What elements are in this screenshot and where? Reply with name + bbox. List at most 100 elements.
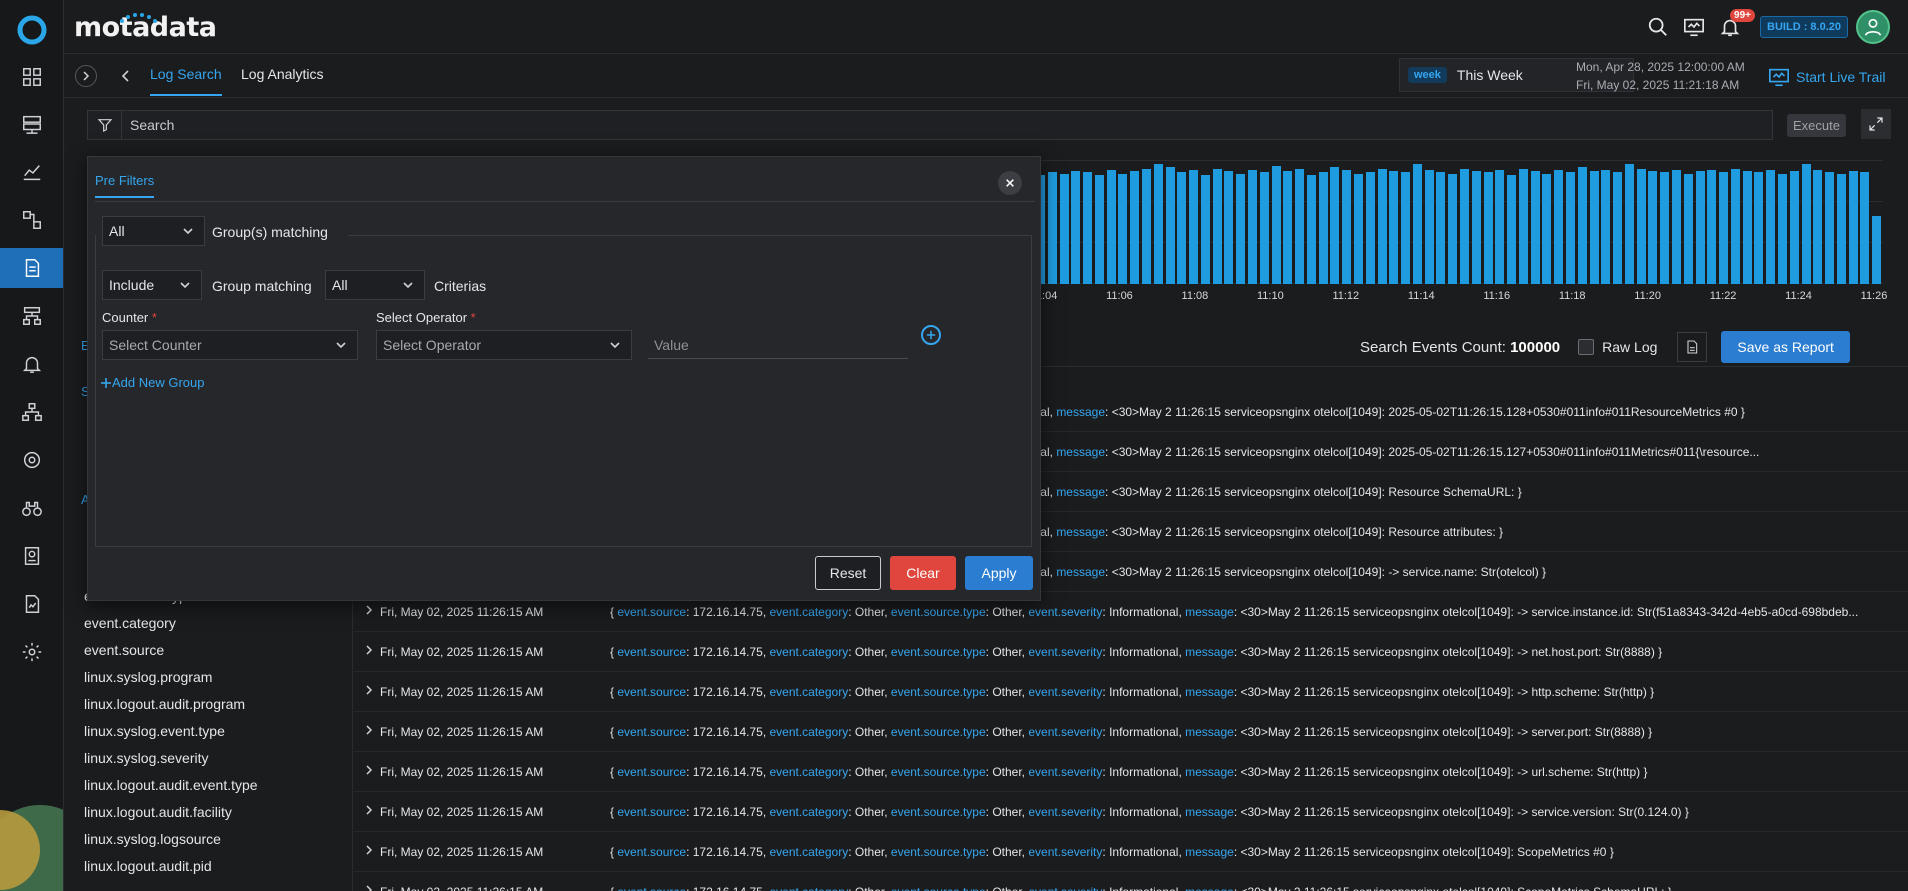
log-key[interactable]: message	[1185, 605, 1234, 619]
histogram-bar[interactable]	[1754, 172, 1764, 284]
log-key[interactable]: event.severity	[1028, 725, 1102, 739]
log-key[interactable]: event.severity	[1028, 805, 1102, 819]
field-item[interactable]: linux.logout.audit.event.type	[84, 777, 344, 804]
histogram-bar[interactable]	[1424, 169, 1434, 284]
value-input[interactable]	[648, 331, 908, 359]
log-key[interactable]: message	[1056, 445, 1105, 459]
histogram-bar[interactable]	[1165, 167, 1175, 284]
log-key[interactable]: event.source	[617, 685, 686, 699]
histogram-bar[interactable]	[1330, 167, 1340, 284]
log-key[interactable]: event.source.type	[891, 765, 986, 779]
metrics-chart-icon[interactable]	[0, 152, 63, 192]
tab-log-analytics[interactable]: Log Analytics	[241, 66, 324, 96]
histogram-bar[interactable]	[1707, 169, 1717, 284]
histogram-bar[interactable]	[1059, 173, 1069, 284]
histogram-bar[interactable]	[1648, 171, 1658, 284]
search-input[interactable]	[122, 117, 1722, 133]
expand-row-chevron-icon[interactable]	[364, 765, 374, 775]
histogram-bar[interactable]	[1236, 173, 1246, 284]
histogram-bar[interactable]	[1118, 173, 1128, 284]
histogram-bar[interactable]	[1636, 168, 1646, 284]
histogram-bar[interactable]	[1683, 173, 1693, 284]
log-key[interactable]: event.severity	[1028, 645, 1102, 659]
field-item[interactable]: linux.syslog.logsource	[84, 831, 344, 858]
log-key[interactable]: event.category	[769, 645, 848, 659]
audit-report-icon[interactable]	[0, 536, 63, 576]
histogram-bar[interactable]	[1259, 172, 1269, 284]
expand-row-chevron-icon[interactable]	[364, 845, 374, 855]
log-key[interactable]: message	[1185, 765, 1234, 779]
apply-button[interactable]: Apply	[965, 556, 1033, 590]
report-icon[interactable]	[0, 584, 63, 624]
histogram-bar[interactable]	[1401, 172, 1411, 284]
histogram-bar[interactable]	[1248, 169, 1257, 284]
histogram-bar[interactable]	[1507, 174, 1517, 284]
log-key[interactable]: message	[1056, 485, 1105, 499]
reset-button[interactable]: Reset	[815, 556, 881, 590]
start-live-trail-button[interactable]: Start Live Trail	[1768, 66, 1885, 88]
log-key[interactable]: event.source.type	[891, 885, 986, 891]
log-key[interactable]: event.category	[769, 725, 848, 739]
group-match-dropdown[interactable]: All	[102, 216, 205, 246]
histogram-bar[interactable]	[1825, 172, 1835, 284]
histogram-bar[interactable]	[1200, 174, 1210, 284]
histogram-bar[interactable]	[1518, 168, 1528, 284]
expand-row-chevron-icon[interactable]	[364, 885, 374, 891]
histogram-bar[interactable]	[1448, 173, 1458, 284]
log-key[interactable]: message	[1185, 645, 1234, 659]
log-key[interactable]: message	[1185, 725, 1234, 739]
histogram-bar[interactable]	[1566, 172, 1575, 284]
log-key[interactable]: message	[1185, 685, 1234, 699]
field-item[interactable]: linux.logout.audit.pid	[84, 858, 344, 885]
binoculars-icon[interactable]	[0, 488, 63, 528]
log-key[interactable]: event.source.type	[891, 605, 986, 619]
histogram-bar[interactable]	[1860, 172, 1870, 284]
histogram-bar[interactable]	[1389, 171, 1399, 284]
log-key[interactable]: event.category	[769, 605, 848, 619]
add-new-group-button[interactable]: Add New Group	[100, 375, 205, 390]
histogram-bar[interactable]	[1212, 168, 1222, 284]
field-item[interactable]: linux.logout.audit.facility	[84, 804, 344, 831]
log-key[interactable]: event.severity	[1028, 605, 1102, 619]
field-item[interactable]: linux.logout.audit.program	[84, 696, 344, 723]
log-icon[interactable]	[0, 248, 63, 288]
alert-bell-icon[interactable]	[0, 344, 63, 384]
app-logo-icon[interactable]	[16, 14, 48, 46]
histogram-bar[interactable]	[1436, 172, 1446, 284]
histogram-bar[interactable]	[1224, 171, 1234, 284]
log-key[interactable]: event.category	[769, 845, 848, 859]
save-as-report-button[interactable]: Save as Report	[1721, 331, 1850, 363]
histogram-bar[interactable]	[1354, 173, 1363, 284]
histogram-bar[interactable]	[1554, 169, 1564, 284]
log-key[interactable]: event.category	[769, 765, 848, 779]
export-csv-button[interactable]	[1677, 332, 1708, 362]
histogram-bar[interactable]	[1083, 172, 1093, 284]
expand-row-chevron-icon[interactable]	[364, 645, 374, 655]
field-item[interactable]: linux.syslog.program	[84, 669, 344, 696]
log-row[interactable]: Fri, May 02, 2025 11:26:15 AM { event.sou…	[354, 832, 1908, 872]
expand-row-chevron-icon[interactable]	[364, 685, 374, 695]
histogram-bar[interactable]	[1589, 171, 1599, 284]
histogram-bar[interactable]	[1471, 171, 1481, 284]
expand-row-chevron-icon[interactable]	[364, 805, 374, 815]
histogram-bar[interactable]	[1613, 172, 1623, 284]
log-key[interactable]: message	[1056, 525, 1105, 539]
settings-gear-icon[interactable]	[0, 632, 63, 672]
histogram-bar[interactable]	[1295, 168, 1305, 284]
aiops-icon[interactable]	[0, 440, 63, 480]
expand-sidebar-button[interactable]	[75, 65, 97, 87]
log-key[interactable]: event.source	[617, 885, 686, 891]
histogram-bar[interactable]	[1730, 168, 1740, 284]
histogram-bar[interactable]	[1530, 171, 1540, 284]
criteria-match-dropdown[interactable]: All	[325, 270, 425, 300]
log-row[interactable]: Fri, May 02, 2025 11:26:15 AM { event.sou…	[354, 712, 1908, 752]
histogram-bar[interactable]	[1318, 172, 1328, 284]
counter-select[interactable]: Select Counter	[102, 330, 358, 360]
log-row[interactable]: Fri, May 02, 2025 11:26:15 AM { event.sou…	[354, 632, 1908, 672]
histogram-bar[interactable]	[1094, 174, 1104, 284]
topology-icon[interactable]	[0, 200, 63, 240]
operator-select[interactable]: Select Operator	[376, 330, 632, 360]
histogram-bar[interactable]	[1047, 172, 1057, 284]
raw-log-checkbox[interactable]	[1578, 339, 1595, 355]
histogram-bar[interactable]	[1848, 171, 1858, 284]
